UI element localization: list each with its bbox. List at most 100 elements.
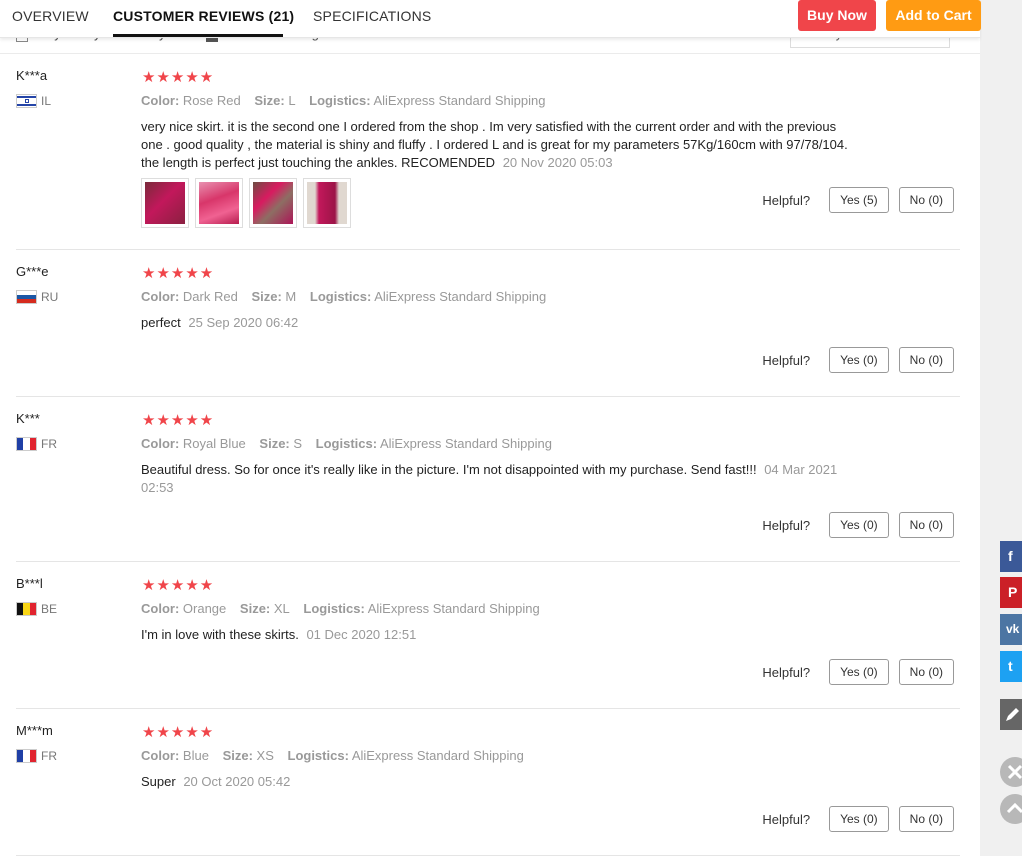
helpful-no-button[interactable]: No (0) — [898, 659, 954, 685]
helpful-controls: Helpful? Yes (0) No (0) — [762, 347, 954, 373]
france-flag-icon — [16, 749, 37, 763]
attr-size-label: Size: — [251, 289, 282, 304]
helpful-yes-button[interactable]: Yes (0) — [829, 806, 889, 832]
reviewer-country: IL — [16, 94, 51, 108]
attr-size-value: XS — [256, 748, 274, 763]
attr-size-label: Size: — [239, 601, 271, 616]
attr-color-label: Color: — [141, 436, 180, 451]
pinterest-icon: P — [1008, 584, 1018, 600]
chevron-up-icon — [1006, 802, 1022, 814]
france-flag-icon — [16, 437, 37, 451]
close-circle-button[interactable] — [1000, 757, 1022, 787]
review-photo-thumbnail[interactable] — [141, 178, 189, 228]
tab-overview[interactable]: OVERVIEW — [12, 8, 89, 24]
review-date: 20 Oct 2020 05:42 — [183, 774, 291, 789]
review-date: 20 Nov 2020 05:03 — [502, 155, 613, 170]
close-icon — [1007, 764, 1022, 780]
review-text: perfect — [141, 315, 181, 330]
helpful-yes-button[interactable]: Yes (0) — [829, 347, 889, 373]
attr-logistics-value: AliExpress Standard Shipping — [379, 436, 552, 451]
attr-size-value: L — [288, 93, 296, 108]
attr-size-value: M — [285, 289, 297, 304]
attr-logistics-value: AliExpress Standard Shipping — [374, 289, 547, 304]
attr-logistics-label: Logistics: — [315, 436, 378, 451]
review-photo-thumbnail[interactable] — [195, 178, 243, 228]
review-photo-thumbnail[interactable] — [303, 178, 351, 228]
russia-flag-icon — [16, 290, 37, 304]
review-content: Super 20 Oct 2020 05:42 — [141, 773, 861, 791]
helpful-no-button[interactable]: No (0) — [898, 806, 954, 832]
country-code: IL — [41, 94, 52, 108]
helpful-controls: Helpful? Yes (0) No (0) — [762, 512, 954, 538]
review-item: K***a IL ★★★★★ Color: Rose Red Size: L L… — [16, 68, 960, 250]
scroll-top-button[interactable] — [1000, 794, 1022, 824]
country-code: FR — [41, 437, 57, 451]
helpful-controls: Helpful? Yes (0) No (0) — [762, 806, 954, 832]
add-to-cart-button[interactable]: Add to Cart — [886, 0, 981, 31]
helpful-controls: Helpful? Yes (0) No (0) — [762, 659, 954, 685]
helpful-no-button[interactable]: No (0) — [898, 512, 954, 538]
review-content: perfect 25 Sep 2020 06:42 — [141, 314, 861, 332]
helpful-no-button[interactable]: No (0) — [898, 347, 954, 373]
review-attributes: Color: Dark Red Size: M Logistics: AliEx… — [141, 289, 556, 304]
helpful-label: Helpful? — [762, 352, 811, 368]
twitter-share-button[interactable]: t — [1000, 651, 1022, 682]
rating-stars: ★★★★★ — [142, 265, 215, 282]
rating-stars: ★★★★★ — [142, 412, 215, 429]
review-item: B***l BE ★★★★★ Color: Orange Size: XL Lo… — [16, 576, 960, 709]
helpful-yes-button[interactable]: Yes (5) — [829, 187, 889, 213]
country-code: BE — [41, 602, 58, 616]
attr-size-label: Size: — [254, 93, 285, 108]
reviewer-country: RU — [16, 290, 58, 304]
attr-logistics-label: Logistics: — [309, 289, 372, 304]
vk-share-button[interactable]: vk — [1000, 614, 1022, 645]
edit-button[interactable] — [1000, 699, 1022, 730]
helpful-label: Helpful? — [762, 811, 811, 827]
helpful-label: Helpful? — [762, 517, 811, 533]
helpful-yes-button[interactable]: Yes (0) — [829, 512, 889, 538]
attr-logistics-value: AliExpress Standard Shipping — [367, 601, 540, 616]
attr-color-value: Orange — [182, 601, 227, 616]
helpful-yes-button[interactable]: Yes (0) — [829, 659, 889, 685]
review-content: I'm in love with these skirts. 01 Dec 20… — [141, 626, 861, 644]
country-code: RU — [41, 290, 59, 304]
belgium-flag-icon — [16, 602, 37, 616]
helpful-label: Helpful? — [762, 664, 811, 680]
review-photos — [141, 178, 351, 228]
tab-customer-reviews[interactable]: CUSTOMER REVIEWS (21) — [113, 8, 294, 24]
attr-size-value: S — [293, 436, 303, 451]
rating-stars: ★★★★★ — [142, 724, 215, 741]
helpful-controls: Helpful? Yes (5) No (0) — [762, 187, 954, 213]
facebook-share-button[interactable]: f — [1000, 541, 1022, 572]
pinterest-share-button[interactable]: P — [1000, 577, 1022, 608]
review-date: 01 Dec 2020 12:51 — [306, 627, 417, 642]
pencil-icon — [1006, 708, 1019, 721]
review-text: I'm in love with these skirts. — [141, 627, 299, 642]
reviewer-name: K*** — [16, 411, 40, 426]
attr-size-label: Size: — [259, 436, 290, 451]
twitter-icon: t — [1008, 658, 1013, 674]
vk-icon: vk — [1006, 622, 1020, 636]
attr-color-label: Color: — [141, 601, 180, 616]
review-content: Beautiful dress. So for once it's really… — [141, 461, 861, 497]
attr-size-value: XL — [273, 601, 290, 616]
attr-color-value: Rose Red — [182, 93, 241, 108]
attr-logistics-value: AliExpress Standard Shipping — [373, 93, 546, 108]
review-photo-thumbnail[interactable] — [249, 178, 297, 228]
reviewer-name: G***e — [16, 264, 49, 279]
review-attributes: Color: Orange Size: XL Logistics: AliExp… — [141, 601, 550, 616]
review-text: Beautiful dress. So for once it's really… — [141, 462, 757, 477]
review-item: G***e RU ★★★★★ Color: Dark Red Size: M L… — [16, 264, 960, 397]
helpful-no-button[interactable]: No (0) — [898, 187, 954, 213]
attr-color-value: Dark Red — [182, 289, 238, 304]
tab-specifications[interactable]: SPECIFICATIONS — [313, 8, 431, 24]
reviewer-country: BE — [16, 602, 57, 616]
review-text: Super — [141, 774, 176, 789]
israel-flag-icon — [16, 94, 37, 108]
attr-color-value: Blue — [182, 748, 209, 763]
buy-now-button[interactable]: Buy Now — [798, 0, 876, 31]
attr-logistics-label: Logistics: — [287, 748, 349, 763]
review-content: very nice skirt. it is the second one I … — [141, 118, 861, 172]
review-attributes: Color: Royal Blue Size: S Logistics: Ali… — [141, 436, 562, 451]
rating-stars: ★★★★★ — [142, 69, 215, 86]
